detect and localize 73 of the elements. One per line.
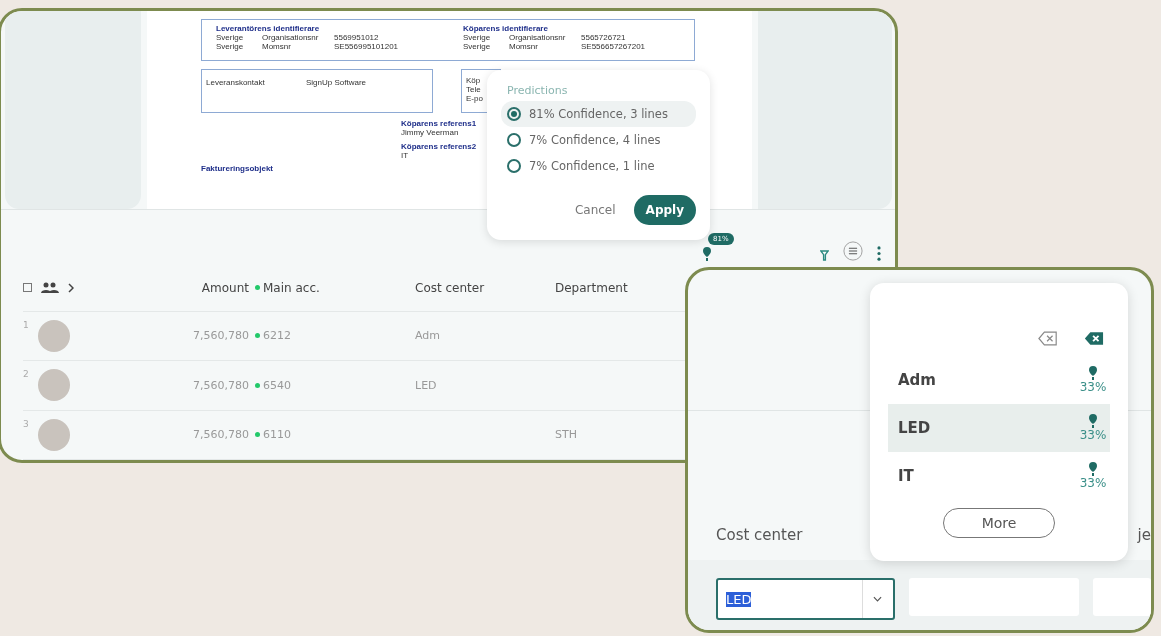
- doc-text: Momsnr: [509, 42, 539, 51]
- doc-text: Sverige: [463, 42, 492, 51]
- empty-cell[interactable]: [1092, 578, 1151, 616]
- chevron-right-icon[interactable]: [68, 282, 74, 293]
- cost-center-field[interactable]: LED: [716, 578, 895, 620]
- doc-heading: Faktureringsobjekt: [201, 164, 273, 173]
- doc-text: Jimmy Veerman: [401, 128, 459, 137]
- radio-button[interactable]: [507, 159, 521, 173]
- doc-text: IT: [401, 151, 409, 160]
- doc-text: Köp: [466, 76, 482, 85]
- column-header[interactable]: Amount: [153, 280, 255, 295]
- table-cell: 6540: [255, 378, 415, 392]
- more-button[interactable]: More: [943, 508, 1055, 538]
- filter-icon[interactable]: [820, 250, 829, 262]
- dropdown-option[interactable]: LED 33%: [888, 404, 1110, 452]
- doc-text: SignUp Software: [306, 78, 367, 89]
- doc-heading: Leverantörens identifierare: [216, 24, 321, 33]
- row-number: 1: [23, 319, 29, 330]
- doc-text: E-po: [466, 94, 484, 103]
- doc-text: 5565726721: [581, 33, 626, 42]
- table-cell-text: 7,560,780: [192, 329, 250, 343]
- doc-heading: Köparens referens2: [401, 142, 477, 151]
- column-header[interactable]: Main acc.: [255, 280, 415, 295]
- column-header[interactable]: Cost center: [415, 280, 555, 295]
- table-cell: LED: [415, 378, 437, 392]
- row-number: 2: [23, 369, 29, 380]
- doc-text: Tele: [466, 85, 482, 94]
- dropdown-option[interactable]: IT 33%: [888, 452, 1110, 500]
- dropdown-option[interactable]: Adm 33%: [888, 356, 1110, 404]
- doc-heading: Köparens identifierare: [463, 24, 549, 33]
- doc-text: Sverige: [463, 33, 492, 42]
- pin-icon: [1088, 366, 1098, 380]
- table-cell: 6110: [255, 428, 415, 442]
- apply-button[interactable]: Apply: [633, 195, 696, 225]
- radio-button[interactable]: [507, 133, 521, 147]
- table-cell-text: 7,560,780: [192, 428, 250, 442]
- doc-text: Leveranskontakt: [206, 78, 266, 89]
- doc-text: SE556657267201: [581, 42, 646, 51]
- pin-icon[interactable]: [702, 247, 712, 262]
- doc-heading: Köparens referens1: [401, 119, 477, 128]
- doc-text: Momsnr: [262, 42, 292, 51]
- popup-title: Predictions: [507, 84, 569, 97]
- prediction-option[interactable]: 7% Confidence, 1 line: [501, 153, 696, 179]
- doc-text: SE556995101201: [334, 42, 399, 51]
- row-number: 3: [23, 418, 29, 429]
- avatar: [37, 418, 70, 451]
- avatar: [37, 369, 70, 402]
- doc-text: Sverige: [216, 33, 245, 42]
- table-cell: 6212: [255, 329, 415, 343]
- column-header[interactable]: Department: [555, 280, 628, 295]
- cancel-button[interactable]: Cancel: [568, 195, 622, 225]
- more-icon[interactable]: [877, 246, 881, 262]
- people-icon[interactable]: [41, 281, 59, 294]
- doc-text: Organisationsnr: [509, 33, 567, 42]
- pin-icon: [1088, 462, 1098, 476]
- backspace-icon[interactable]: [1038, 331, 1058, 346]
- doc-text: Organisationsnr: [262, 33, 320, 42]
- list-icon[interactable]: [843, 241, 863, 262]
- column-header: je: [1137, 526, 1151, 544]
- clear-icon[interactable]: [1084, 331, 1104, 346]
- table-cell: STH: [555, 428, 577, 442]
- pin-icon: [1088, 414, 1098, 428]
- avatar: [37, 319, 70, 352]
- radio-button[interactable]: [507, 107, 521, 121]
- table-cell: Adm: [415, 329, 441, 343]
- doc-text: Sverige: [216, 42, 245, 51]
- prediction-option[interactable]: 7% Confidence, 4 lines: [501, 127, 696, 153]
- chevron-down-icon[interactable]: [873, 596, 882, 602]
- doc-text: 5569951012: [334, 33, 379, 42]
- select-all-checkbox[interactable]: [23, 283, 32, 293]
- prediction-option[interactable]: 81% Confidence, 3 lines: [501, 101, 696, 127]
- table-cell-text: 7,560,780: [192, 378, 250, 392]
- column-header: Cost center: [716, 526, 803, 544]
